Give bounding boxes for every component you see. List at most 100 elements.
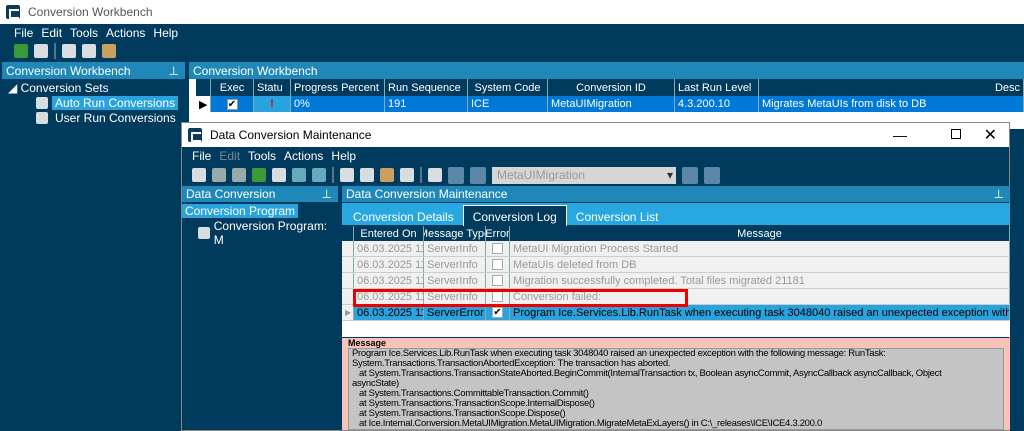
left-panel-header: Conversion Workbench ⊥: [2, 62, 185, 79]
conversion-log-grid: Entered On Message Type Error Message 06…: [342, 226, 1010, 337]
folder-icon: [36, 112, 48, 124]
cell-message-type: ServerError: [424, 305, 486, 320]
pin-icon[interactable]: ⊥: [322, 187, 332, 201]
tree-item-conversion-program[interactable]: Conversion Program: M: [198, 219, 338, 247]
delete-icon[interactable]: [232, 168, 246, 182]
copy-icon[interactable]: [360, 168, 374, 182]
col-system-code[interactable]: System Code: [468, 79, 548, 96]
message-label: Message: [348, 338, 387, 348]
cell-message-type: ServerInfo: [424, 273, 486, 288]
cut-icon[interactable]: [340, 168, 354, 182]
menu-actions[interactable]: Actions: [106, 26, 145, 40]
col-error[interactable]: Error: [486, 226, 510, 241]
col-last-run-level[interactable]: Last Run Level: [675, 79, 759, 96]
dialog-left-header: Data Conversion ⊥: [182, 186, 338, 202]
cell-system-code: ICE: [468, 96, 548, 112]
tab-conversion-list[interactable]: Conversion List: [567, 206, 668, 228]
col-exec[interactable]: Exec: [211, 79, 254, 96]
log-row[interactable]: 06.03.2025 11:25:05. ServerInfo Migratio…: [342, 273, 1010, 289]
col-description[interactable]: Desc: [759, 79, 1024, 96]
exec-checkbox[interactable]: ✔: [211, 96, 254, 112]
col-progress[interactable]: Progress Percent: [291, 79, 385, 96]
cell-message-type: ServerInfo: [424, 241, 486, 256]
minimize-button[interactable]: —: [893, 127, 907, 143]
right-panel-header: Conversion Workbench: [189, 62, 1024, 79]
export-icon[interactable]: [312, 168, 326, 182]
menu-help[interactable]: Help: [331, 149, 356, 163]
document-icon: [198, 227, 210, 239]
col-run-sequence[interactable]: Run Sequence: [385, 79, 468, 96]
dialog-title-bar: Data Conversion Maintenance — ✕: [182, 123, 1009, 147]
tree-item-auto-run[interactable]: Auto Run Conversions: [36, 96, 183, 110]
paste-icon[interactable]: [102, 44, 116, 58]
maximize-button[interactable]: [951, 129, 961, 139]
cell-entered-on: 06.03.2025 11:24:38.: [354, 241, 424, 256]
conversion-selector[interactable]: MetaUIMigration ▾: [492, 166, 676, 184]
cell-message: Migration successfully completed. Total …: [510, 273, 1010, 288]
col-conversion-id[interactable]: Conversion ID: [548, 79, 675, 96]
tab-conversion-log[interactable]: Conversion Log: [462, 205, 567, 228]
row-indicator-header: [342, 226, 354, 241]
highlight-box: [353, 289, 688, 307]
last-record-button[interactable]: [704, 166, 720, 184]
refresh-icon[interactable]: [252, 168, 266, 182]
cut-icon[interactable]: [62, 44, 76, 58]
data-conversion-dialog: Data Conversion Maintenance — ✕ File Edit…: [181, 122, 1010, 431]
close-button[interactable]: ✕: [984, 125, 997, 145]
cell-description: Migrates MetaUIs from disk to DB: [759, 96, 1024, 112]
right-panel-title: Conversion Workbench: [193, 63, 318, 78]
error-checkbox[interactable]: [486, 273, 510, 288]
new-icon[interactable]: [192, 168, 206, 182]
message-panel: Message Program Ice.Services.Lib.RunTask…: [342, 338, 1010, 430]
message-text[interactable]: Program Ice.Services.Lib.RunTask when ex…: [348, 348, 1004, 430]
menu-file[interactable]: File: [192, 149, 211, 163]
row-indicator-icon: ▶: [196, 96, 211, 112]
save-icon[interactable]: [212, 168, 226, 182]
error-checkbox[interactable]: ✔: [486, 305, 510, 320]
tree-root-conversion-sets[interactable]: ◢ Conversion Sets: [8, 81, 183, 95]
error-checkbox[interactable]: [486, 257, 510, 272]
menu-tools[interactable]: Tools: [248, 149, 276, 163]
cell-progress: 0%: [291, 96, 385, 112]
tab-bar: Conversion Details Conversion Log Conversi…: [342, 203, 1010, 228]
col-entered-on[interactable]: Entered On: [354, 226, 424, 241]
next-record-button[interactable]: [682, 166, 698, 184]
chevron-down-icon: ▾: [666, 168, 673, 182]
tab-conversion-details[interactable]: Conversion Details: [344, 206, 463, 228]
pin-icon[interactable]: ⊥: [994, 187, 1004, 201]
log-row[interactable]: 06.03.2025 11:24:38. ServerInfo MetaUI M…: [342, 241, 1010, 257]
tree-root-conversion-program[interactable]: Conversion Program: [182, 204, 299, 218]
error-checkbox[interactable]: [486, 241, 510, 256]
conversion-selector-value: MetaUIMigration: [497, 168, 586, 182]
row-indicator-icon: [342, 257, 354, 272]
clear-icon[interactable]: [272, 168, 286, 182]
undo-icon[interactable]: [400, 168, 414, 182]
paste-icon[interactable]: [380, 168, 394, 182]
log-row[interactable]: ▶ 06.03.2025 11:27:06. ServerError ✔ Pro…: [342, 305, 1010, 321]
log-row[interactable]: 06.03.2025 11:24:39. ServerInfo MetaUIs …: [342, 257, 1010, 273]
table-row[interactable]: ▶ ✔ ! 0% 191 ICE MetaUIMigration 4.3.200…: [196, 96, 1024, 112]
first-record-button[interactable]: [448, 166, 464, 184]
cell-run-sequence: 191: [385, 96, 468, 112]
row-indicator-icon: ▶: [342, 305, 354, 320]
refresh-icon[interactable]: [14, 44, 28, 58]
menu-actions[interactable]: Actions: [284, 149, 323, 163]
main-toolbar: [0, 42, 400, 60]
row-indicator-header: [196, 79, 211, 96]
col-message-type[interactable]: Message Type: [424, 226, 486, 241]
prev-record-button[interactable]: [470, 166, 486, 184]
col-status[interactable]: Statu: [254, 79, 291, 96]
search-binoculars-icon[interactable]: [428, 168, 442, 182]
copy-icon[interactable]: [82, 44, 96, 58]
menu-tools[interactable]: Tools: [70, 26, 98, 40]
attach-icon[interactable]: [292, 168, 306, 182]
status-error-icon: !: [254, 96, 291, 112]
pin-icon[interactable]: ⊥: [169, 64, 179, 78]
tree-item-user-run[interactable]: User Run Conversions: [36, 111, 183, 125]
col-message[interactable]: Message: [510, 226, 1010, 241]
menu-help[interactable]: Help: [153, 26, 178, 40]
menu-file[interactable]: File: [14, 26, 33, 40]
cell-entered-on: 06.03.2025 11:24:39.: [354, 257, 424, 272]
menu-edit[interactable]: Edit: [41, 26, 62, 40]
clear-icon[interactable]: [34, 44, 48, 58]
